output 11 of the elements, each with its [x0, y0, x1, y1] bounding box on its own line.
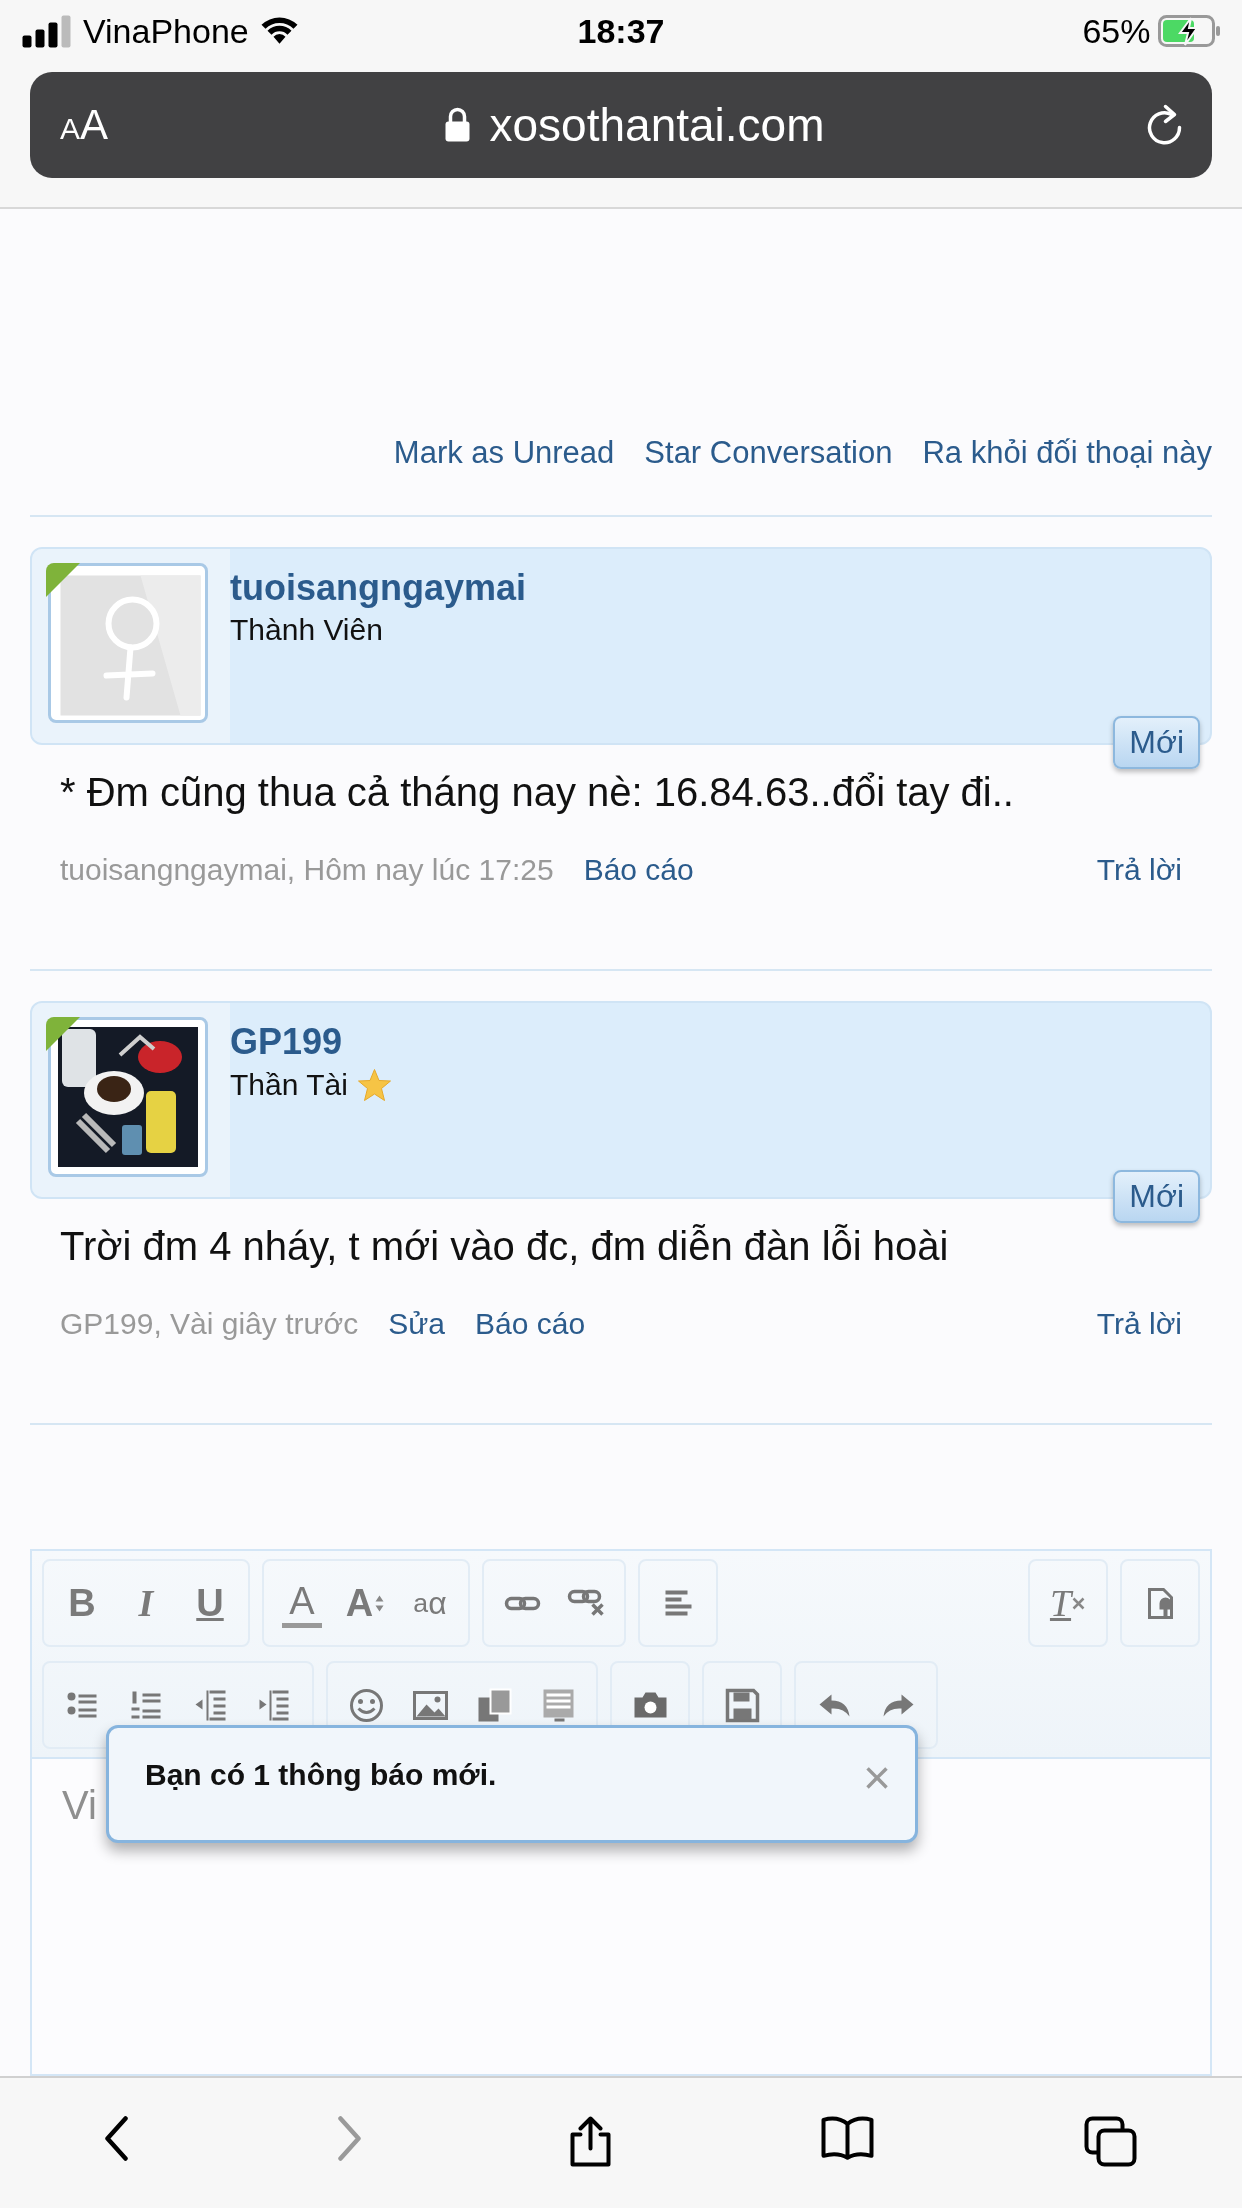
- message-meta: tuoisangngaymai, Hôm nay lúc 17:25: [60, 853, 554, 887]
- message-meta: GP199, Vài giây trước: [60, 1307, 359, 1341]
- message-text: Trời đm 4 nháy, t mới vào đc, đm diễn đàn lỗi hoài: [59, 1223, 950, 1270]
- url-text: xosothantai.com: [489, 98, 825, 152]
- clock-time: 18:37: [577, 11, 665, 51]
- battery-percent: 65%: [1082, 11, 1151, 51]
- message-text: * Đm cũng thua cả tháng nay nè: 16.84.63..đổi tay đi..: [59, 769, 1015, 816]
- user-title: Thành Viên: [230, 613, 383, 647]
- notification-text: Bạn có 1 thông báo mới.: [145, 1758, 498, 1792]
- carrier-name: VinaPhone: [83, 11, 249, 51]
- user-title: Thần Tài: [230, 1068, 348, 1102]
